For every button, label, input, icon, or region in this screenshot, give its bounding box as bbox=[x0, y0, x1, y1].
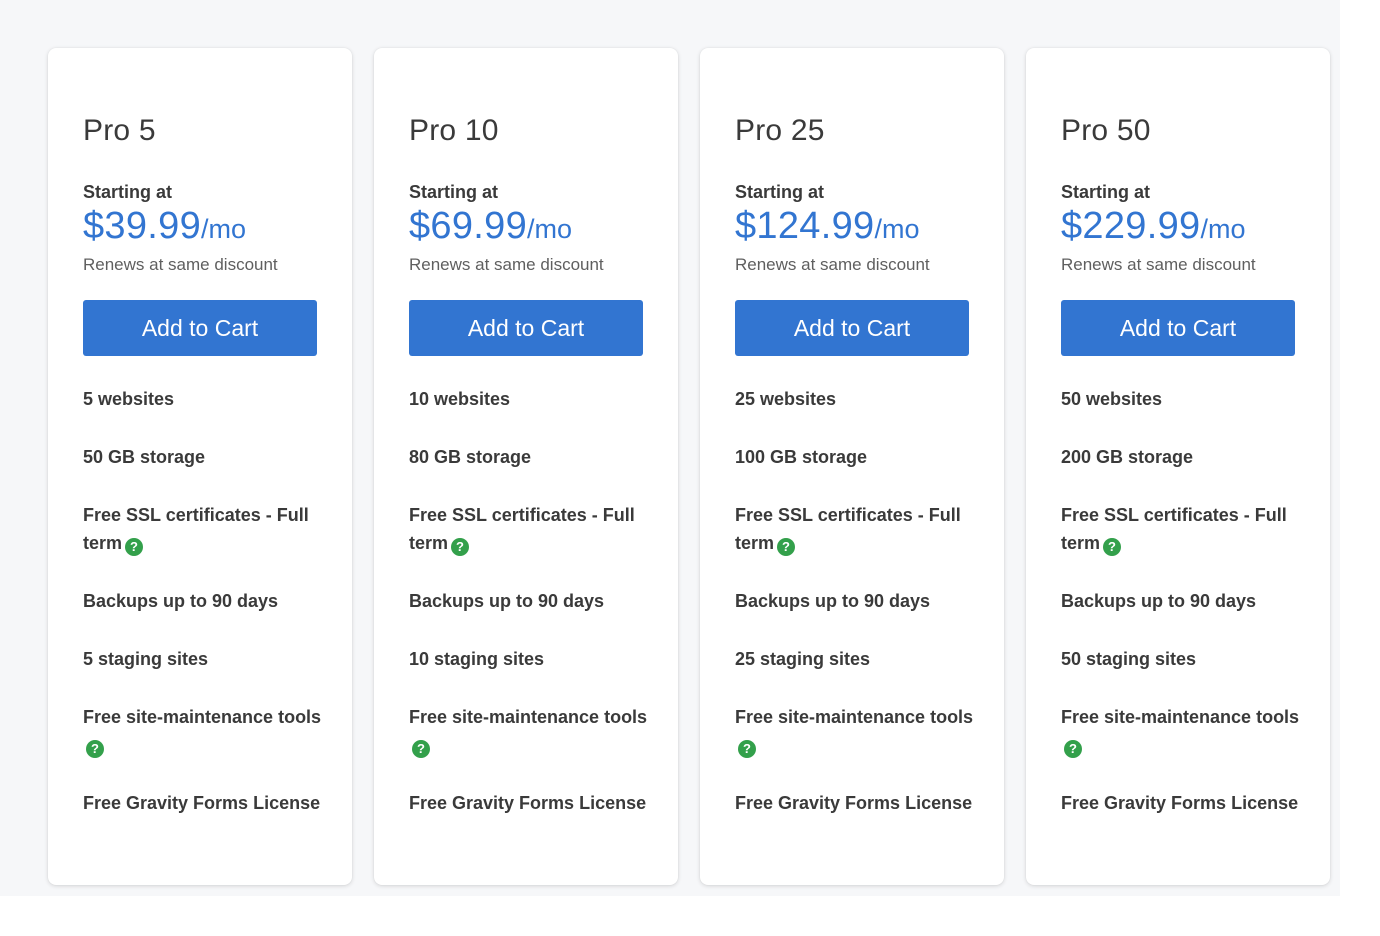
feature-storage: 100 GB storage bbox=[735, 447, 868, 467]
feature-maintenance-label: Free site-maintenance tools bbox=[83, 707, 322, 727]
feature-maintenance-label: Free site-maintenance tools bbox=[409, 707, 648, 727]
plan-card-pro-5: Pro 5 Starting at $39.99/mo Renews at sa… bbox=[48, 48, 352, 885]
feature-ssl: Free SSL certificates - Full term? bbox=[83, 501, 323, 557]
price-period: /mo bbox=[1200, 214, 1246, 244]
page-background: Pro 5 Starting at $39.99/mo Renews at sa… bbox=[0, 0, 1340, 896]
feature-websites: 5 websites bbox=[83, 389, 175, 409]
help-icon[interactable]: ? bbox=[777, 538, 796, 556]
plan-price: $124.99 bbox=[735, 205, 875, 247]
feature-gravity-forms: Free Gravity Forms License bbox=[83, 793, 321, 813]
feature-backups: Backups up to 90 days bbox=[735, 591, 931, 611]
feature-maintenance: Free site-maintenance tools? bbox=[83, 703, 323, 759]
feature-storage: 50 GB storage bbox=[83, 447, 206, 467]
feature-websites: 50 websites bbox=[1061, 389, 1163, 409]
help-icon[interactable]: ? bbox=[1103, 538, 1122, 556]
renewal-note: Renews at same discount bbox=[409, 255, 604, 274]
feature-ssl: Free SSL certificates - Full term? bbox=[409, 501, 649, 557]
price-row: $69.99/mo bbox=[409, 205, 572, 248]
starting-at-label: Starting at bbox=[83, 182, 173, 202]
feature-maintenance: Free site-maintenance tools? bbox=[1061, 703, 1301, 759]
feature-maintenance-label: Free site-maintenance tools bbox=[1061, 707, 1300, 727]
feature-list: 10 websites 80 GB storage Free SSL certi… bbox=[409, 385, 649, 847]
starting-at-label: Starting at bbox=[1061, 182, 1151, 202]
help-icon[interactable]: ? bbox=[451, 538, 470, 556]
feature-ssl-label: Free SSL certificates - Full term bbox=[409, 505, 635, 553]
add-to-cart-button[interactable]: Add to Cart bbox=[83, 300, 317, 356]
starting-at-label: Starting at bbox=[735, 182, 825, 202]
plan-price: $39.99 bbox=[83, 205, 202, 247]
add-to-cart-button[interactable]: Add to Cart bbox=[1061, 300, 1295, 356]
plan-price: $229.99 bbox=[1061, 205, 1201, 247]
feature-list: 5 websites 50 GB storage Free SSL certif… bbox=[83, 385, 323, 847]
feature-list: 50 websites 200 GB storage Free SSL cert… bbox=[1061, 385, 1301, 847]
feature-ssl-label: Free SSL certificates - Full term bbox=[83, 505, 309, 553]
feature-backups: Backups up to 90 days bbox=[83, 591, 279, 611]
feature-staging: 50 staging sites bbox=[1061, 649, 1197, 669]
plan-card-pro-10: Pro 10 Starting at $69.99/mo Renews at s… bbox=[374, 48, 678, 885]
plan-name: Pro 10 bbox=[409, 114, 499, 147]
price-period: /mo bbox=[874, 214, 920, 244]
feature-storage: 200 GB storage bbox=[1061, 447, 1194, 467]
price-period: /mo bbox=[527, 214, 573, 244]
price-period: /mo bbox=[201, 214, 247, 244]
price-row: $124.99/mo bbox=[735, 205, 919, 248]
plan-price: $69.99 bbox=[409, 205, 528, 247]
feature-ssl: Free SSL certificates - Full term? bbox=[735, 501, 975, 557]
plan-name: Pro 50 bbox=[1061, 114, 1151, 147]
help-icon[interactable]: ? bbox=[1064, 740, 1082, 758]
starting-at-label: Starting at bbox=[409, 182, 499, 202]
plan-name: Pro 25 bbox=[735, 114, 825, 147]
feature-ssl-label: Free SSL certificates - Full term bbox=[1061, 505, 1287, 553]
price-row: $229.99/mo bbox=[1061, 205, 1245, 248]
feature-staging: 5 staging sites bbox=[83, 649, 209, 669]
help-icon[interactable]: ? bbox=[125, 538, 144, 556]
price-row: $39.99/mo bbox=[83, 205, 246, 248]
help-icon[interactable]: ? bbox=[412, 740, 430, 758]
renewal-note: Renews at same discount bbox=[83, 255, 278, 274]
feature-backups: Backups up to 90 days bbox=[1061, 591, 1257, 611]
plan-name: Pro 5 bbox=[83, 114, 156, 147]
help-icon[interactable]: ? bbox=[738, 740, 756, 758]
feature-list: 25 websites 100 GB storage Free SSL cert… bbox=[735, 385, 975, 847]
plan-card-pro-25: Pro 25 Starting at $124.99/mo Renews at … bbox=[700, 48, 1004, 885]
feature-websites: 10 websites bbox=[409, 389, 511, 409]
feature-websites: 25 websites bbox=[735, 389, 837, 409]
feature-ssl-label: Free SSL certificates - Full term bbox=[735, 505, 961, 553]
add-to-cart-button[interactable]: Add to Cart bbox=[735, 300, 969, 356]
pricing-cards: Pro 5 Starting at $39.99/mo Renews at sa… bbox=[48, 48, 1330, 885]
feature-backups: Backups up to 90 days bbox=[409, 591, 605, 611]
renewal-note: Renews at same discount bbox=[1061, 255, 1256, 274]
plan-card-pro-50: Pro 50 Starting at $229.99/mo Renews at … bbox=[1026, 48, 1330, 885]
feature-staging: 10 staging sites bbox=[409, 649, 545, 669]
feature-staging: 25 staging sites bbox=[735, 649, 871, 669]
feature-gravity-forms: Free Gravity Forms License bbox=[1061, 793, 1299, 813]
feature-ssl: Free SSL certificates - Full term? bbox=[1061, 501, 1301, 557]
help-icon[interactable]: ? bbox=[86, 740, 104, 758]
feature-maintenance: Free site-maintenance tools? bbox=[409, 703, 649, 759]
feature-storage: 80 GB storage bbox=[409, 447, 532, 467]
feature-gravity-forms: Free Gravity Forms License bbox=[409, 793, 647, 813]
renewal-note: Renews at same discount bbox=[735, 255, 930, 274]
feature-maintenance-label: Free site-maintenance tools bbox=[735, 707, 974, 727]
add-to-cart-button[interactable]: Add to Cart bbox=[409, 300, 643, 356]
feature-maintenance: Free site-maintenance tools? bbox=[735, 703, 975, 759]
feature-gravity-forms: Free Gravity Forms License bbox=[735, 793, 973, 813]
